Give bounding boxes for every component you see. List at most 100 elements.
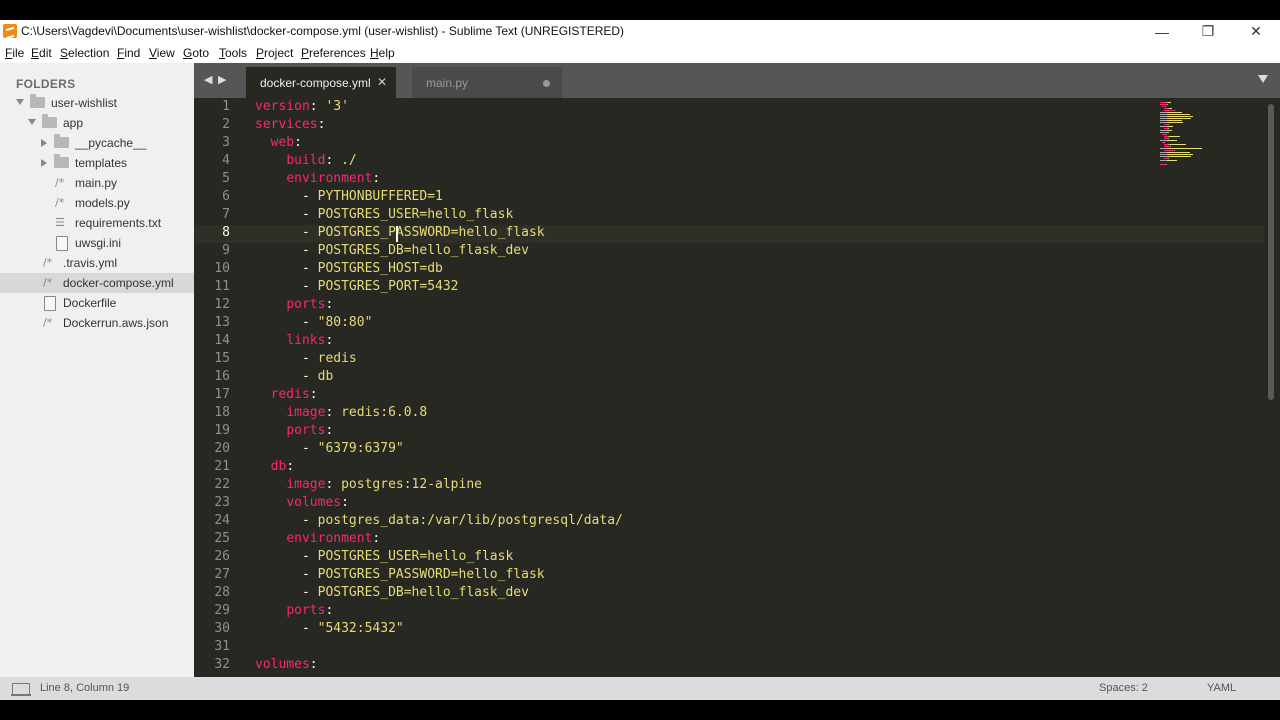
tab-main-py[interactable]: main.py — [412, 67, 562, 98]
line-number: 7 — [222, 207, 230, 222]
code-token: : — [294, 135, 302, 150]
menu-find[interactable]: Find — [117, 46, 140, 60]
line-number-gutter: 1 2 3 4 5 6 7 8 9 10 11 12 13 14 15 16 17 18 19 20 21 22 23 24 2… — [194, 98, 244, 677]
plain-file-icon — [44, 296, 56, 311]
tree-file-requirements-txt[interactable]: ☰ requirements.txt — [0, 213, 194, 233]
tree-file-dockerrun-aws-json[interactable]: /* Dockerrun.aws.json — [0, 313, 194, 333]
code-line[interactable]: environment: — [255, 531, 380, 546]
tab-forward-icon[interactable]: ▶ — [218, 73, 226, 86]
tab-close-icon[interactable]: ✕ — [377, 75, 387, 89]
tree-file-models-py[interactable]: /* models.py — [0, 193, 194, 213]
code-line[interactable]: ports: — [255, 297, 333, 312]
code-line[interactable]: - POSTGRES_HOST=db — [255, 261, 443, 276]
code-line[interactable]: - "5432:5432" — [255, 621, 404, 636]
tab-docker-compose-yml[interactable]: docker-compose.yml ✕ — [246, 67, 396, 98]
code-line[interactable]: version: '3' — [255, 99, 349, 114]
code-line[interactable]: volumes: — [255, 495, 349, 510]
expand-arrow-icon[interactable] — [16, 99, 24, 105]
code-line[interactable]: - POSTGRES_PASSWORD=hello_flask — [255, 567, 545, 582]
line-number: 30 — [214, 621, 230, 636]
code-line[interactable]: environment: — [255, 171, 380, 186]
tree-item-label: .travis.yml — [63, 256, 117, 270]
close-window-button[interactable]: ✕ — [1233, 20, 1279, 43]
code-token: : — [325, 423, 334, 438]
minimap[interactable] — [1160, 102, 1230, 182]
code-line[interactable]: image: redis:6.0.8 — [255, 405, 427, 420]
tree-folder-app[interactable]: app — [0, 113, 194, 133]
menu-selection[interactable]: Selection — [60, 46, 109, 60]
collapse-arrow-icon[interactable] — [41, 139, 47, 147]
unsaved-dot-icon[interactable] — [543, 80, 550, 87]
tree-folder-pycache[interactable]: __pycache__ — [0, 133, 194, 153]
code-line[interactable]: ports: — [255, 423, 333, 438]
code-token: : — [325, 333, 334, 348]
menu-tools[interactable]: Tools — [219, 46, 247, 60]
code-line[interactable]: image: postgres:12-alpine — [255, 477, 482, 492]
code-line[interactable]: - db — [255, 369, 333, 384]
code-editor[interactable]: 1 2 3 4 5 6 7 8 9 10 11 12 13 14 15 16 17 18 19 20 21 22 23 24 2… — [194, 98, 1280, 677]
line-number: 5 — [222, 171, 230, 186]
code-line[interactable]: ports: — [255, 603, 333, 618]
code-token: postgres_data:/var/lib/postgresql/data/ — [317, 513, 623, 528]
code-file-icon: /* — [43, 276, 53, 289]
code-line[interactable]: - POSTGRES_DB=hello_flask_dev — [255, 585, 529, 600]
tab-back-icon[interactable]: ◀ — [204, 73, 212, 86]
code-line[interactable]: redis: — [255, 387, 318, 402]
minimap-stroke — [1160, 156, 1168, 157]
minimap-stroke — [1160, 104, 1168, 105]
code-line[interactable]: - POSTGRES_USER=hello_flask — [255, 207, 513, 222]
code-line[interactable]: db: — [255, 459, 294, 474]
tree-folder-templates[interactable]: templates — [0, 153, 194, 173]
menu-help[interactable]: Help — [370, 46, 395, 60]
code-line[interactable]: - postgres_data:/var/lib/postgresql/data… — [255, 513, 623, 528]
code-line[interactable]: - POSTGRES_DB=hello_flask_dev — [255, 243, 529, 258]
tab-list-dropdown-icon[interactable] — [1258, 75, 1268, 83]
code-token: POSTGRES_DB=hello_flask_dev — [317, 243, 529, 258]
menu-project[interactable]: Project — [256, 46, 293, 60]
code-line[interactable]: volumes: — [255, 657, 318, 672]
vertical-scrollbar[interactable] — [1268, 104, 1274, 400]
tree-file-travis-yml[interactable]: /* .travis.yml — [0, 253, 194, 273]
code-line[interactable]: - POSTGRES_PORT=5432 — [255, 279, 459, 294]
expand-arrow-icon[interactable] — [28, 119, 36, 125]
code-line[interactable]: - "80:80" — [255, 315, 372, 330]
restore-button[interactable]: ❐ — [1185, 20, 1231, 43]
code-line[interactable]: - redis — [255, 351, 357, 366]
code-line[interactable]: - PYTHONBUFFERED=1 — [255, 189, 443, 204]
tree-file-docker-compose-yml[interactable]: /* docker-compose.yml — [0, 273, 194, 293]
menu-goto[interactable]: Goto — [183, 46, 209, 60]
code-line[interactable]: web: — [255, 135, 302, 150]
syntax-selector[interactable]: YAML — [1207, 682, 1236, 694]
tree-file-dockerfile[interactable]: Dockerfile — [0, 293, 194, 313]
line-number: 24 — [214, 513, 230, 528]
minimap-stroke — [1167, 120, 1182, 121]
tree-file-uwsgi-ini[interactable]: uwsgi.ini — [0, 233, 194, 253]
code-line[interactable]: links: — [255, 333, 333, 348]
minimize-button[interactable]: — — [1139, 20, 1185, 43]
line-number: 15 — [214, 351, 230, 366]
code-token: "80:80" — [317, 315, 373, 330]
code-token: - — [255, 621, 318, 636]
code-token: volumes — [286, 495, 342, 510]
collapse-arrow-icon[interactable] — [41, 159, 47, 167]
line-number: 29 — [214, 603, 230, 618]
code-line[interactable]: - "6379:6379" — [255, 441, 404, 456]
menu-preferences[interactable]: Preferences — [301, 46, 366, 60]
code-line[interactable]: - POSTGRES_PASSWORD=hello_flask — [255, 225, 545, 240]
code-line[interactable]: services: — [255, 117, 325, 132]
tree-folder-user-wishlist[interactable]: user-wishlist — [0, 93, 194, 113]
menu-edit[interactable]: Edit — [31, 46, 52, 60]
panel-toggle-icon[interactable] — [11, 683, 31, 696]
code-line[interactable]: build: ./ — [255, 153, 356, 168]
indentation-setting[interactable]: Spaces: 2 — [1099, 682, 1148, 694]
code-token: POSTGRES_DB=hello_flask_dev — [317, 585, 529, 600]
line-number: 11 — [214, 279, 230, 294]
menu-view[interactable]: View — [149, 46, 175, 60]
menu-file[interactable]: File — [5, 46, 24, 60]
code-token: : — [286, 459, 295, 474]
code-token: image — [286, 477, 326, 492]
tree-file-main-py[interactable]: /* main.py — [0, 173, 194, 193]
code-line[interactable]: - POSTGRES_USER=hello_flask — [255, 549, 513, 564]
